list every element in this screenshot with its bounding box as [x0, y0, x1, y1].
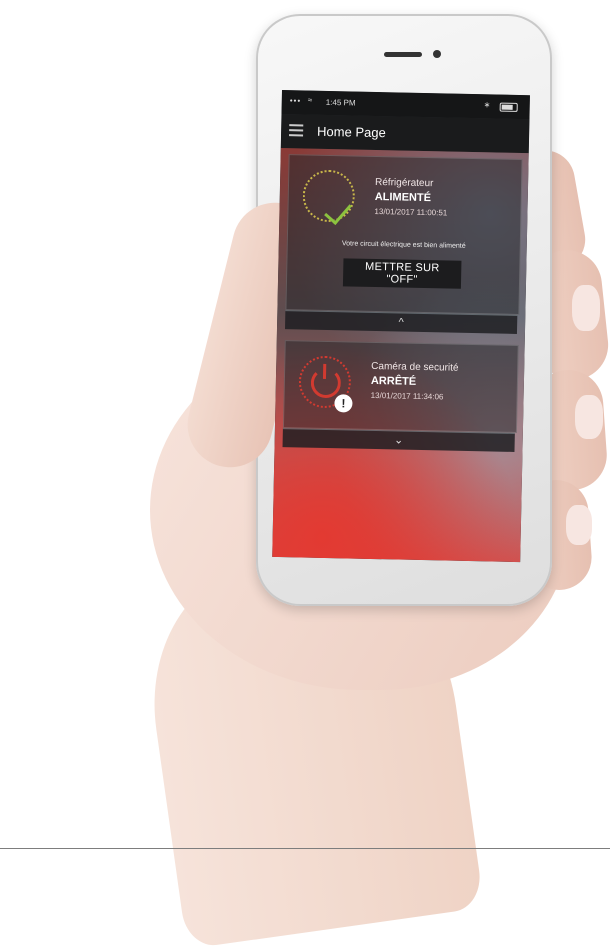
fingernail — [566, 505, 592, 545]
fingernail — [575, 395, 603, 439]
fingernail — [572, 285, 600, 331]
device-timestamp: 13/01/2017 11:00:51 — [374, 206, 448, 218]
bluetooth-icon: ∗ — [483, 100, 491, 110]
divider-line — [0, 848, 610, 849]
status-ring — [302, 169, 356, 226]
check-icon — [324, 196, 352, 226]
device-state: ARRÊTÉ — [370, 374, 417, 388]
battery-icon — [499, 102, 518, 112]
app-bar: Home Page — [280, 113, 530, 154]
status-time: 1:45 PM — [325, 97, 356, 108]
phone-speaker — [384, 52, 422, 57]
power-icon-bar — [322, 363, 327, 379]
hamburger-icon[interactable] — [289, 124, 304, 137]
phone-screen: ••• ≈ 1:45 PM ∗ Home Page Réfrigérateur … — [272, 90, 530, 563]
phone-home-area[interactable] — [374, 569, 434, 575]
collapse-toggle[interactable]: ^ — [284, 310, 518, 334]
page-title: Home Page — [316, 123, 386, 141]
device-list: Réfrigérateur ALIMENTÉ 13/01/2017 11:00:… — [272, 147, 529, 563]
device-state: ALIMENTÉ — [374, 190, 432, 205]
wifi-icon: ≈ — [307, 95, 313, 105]
device-card-camera[interactable]: ! Caméra de securité ARRÊTÉ 13/01/2017 1… — [282, 340, 519, 433]
phone-camera — [433, 50, 441, 58]
turn-off-button[interactable]: METTRE SUR "OFF" — [342, 258, 462, 289]
device-timestamp: 13/01/2017 11:34:06 — [370, 390, 444, 402]
signal-icon: ••• — [289, 96, 302, 106]
expand-toggle[interactable]: ⌄ — [282, 428, 515, 452]
device-name: Réfrigérateur — [374, 176, 434, 190]
alert-icon: ! — [334, 394, 353, 413]
device-card-refrigerateur[interactable]: Réfrigérateur ALIMENTÉ 13/01/2017 11:00:… — [285, 154, 523, 316]
device-message: Votre circuit électrique est bien alimen… — [341, 240, 466, 250]
device-name: Caméra de securité — [371, 360, 459, 374]
